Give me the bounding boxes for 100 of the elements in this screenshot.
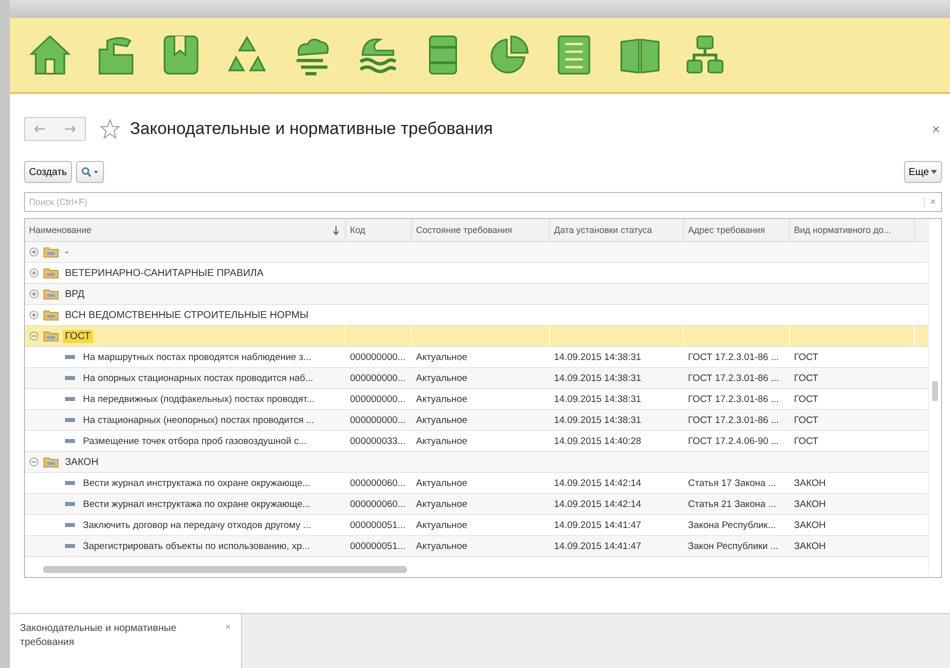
table-cell: Закон Республики ... — [688, 540, 778, 552]
table-cell: ЗАКОН — [794, 520, 826, 530]
column-header[interactable]: Адрес требования — [684, 219, 790, 241]
table-cell: Актуальное — [416, 540, 468, 552]
table-cell: Актуальное — [416, 372, 468, 384]
group-name: ЗАКОН — [64, 456, 100, 468]
table-cell: 14.09.2015 14:38:31 — [554, 372, 642, 384]
group-name: ВЕТЕРИНАРНО-САНИТАРНЫЕ ПРАВИЛА — [64, 266, 265, 280]
column-header[interactable]: Вид нормативного до... — [790, 219, 915, 241]
table-cell: ГОСТ 17.2.3.01-86 ... — [688, 414, 779, 426]
table-cell: ГОСТ — [794, 372, 818, 384]
table-cell: ГОСТ — [794, 394, 818, 404]
table-cell: ЗАКОН — [794, 498, 826, 510]
group-row[interactable]: - — [25, 242, 928, 263]
column-header[interactable]: Код — [346, 219, 412, 241]
table-cell: 14.09.2015 14:41:47 — [554, 540, 642, 552]
table-cell: 000000000... — [350, 352, 406, 362]
star-icon[interactable] — [100, 119, 120, 139]
table-cell: 14.09.2015 14:38:31 — [554, 414, 642, 426]
name-cell: Вести журнал инструктажа по охране окружающе... — [83, 478, 310, 488]
name-cell: На опорных стационарных постах проводится наб... — [83, 372, 314, 384]
table-cell: 14.09.2015 14:38:31 — [554, 352, 642, 362]
table-cell: Актуальное — [416, 414, 468, 426]
item-icon — [65, 544, 75, 548]
group-name: ВСН ВЕДОМСТВЕННЫЕ СТРОИТЕЛЬНЫЕ НОРМЫ — [64, 308, 310, 322]
form-title: Законодательные и нормативные требования — [130, 119, 493, 139]
item-icon — [65, 376, 75, 380]
table-cell: Актуальное — [416, 394, 468, 404]
expand-icon[interactable] — [29, 268, 39, 278]
table-cell: 14.09.2015 14:42:14 — [554, 498, 642, 510]
table-cell: 14.09.2015 14:40:28 — [554, 436, 642, 446]
table-cell: Актуальное — [416, 498, 468, 510]
more-button[interactable]: Еще — [904, 161, 942, 183]
table-cell: 14.09.2015 14:42:14 — [554, 478, 642, 488]
table-cell: 14.09.2015 14:41:47 — [554, 520, 642, 530]
group-row[interactable]: ГОСТ — [25, 326, 928, 347]
back-button[interactable] — [25, 118, 55, 140]
group-name: ВРД — [64, 288, 86, 300]
folder-icon — [43, 309, 59, 321]
item-icon — [65, 397, 75, 401]
column-header[interactable]: Наименование — [25, 219, 346, 241]
group-name: ГОСТ — [63, 330, 93, 342]
folder-icon — [43, 246, 59, 258]
table-cell: Актуальное — [416, 520, 468, 530]
forward-button[interactable] — [55, 118, 85, 140]
expand-icon[interactable] — [29, 310, 39, 320]
table-row[interactable]: На опорных стационарных постах проводится наб... 000000000... Актуальное 14.09.2015 14:38:31 ГОСТ 17.2.3.01-86 ... ГОСТ — [25, 368, 928, 389]
item-icon — [65, 481, 75, 485]
caret-icon — [931, 170, 937, 174]
folder-icon — [43, 456, 59, 468]
column-header[interactable]: Дата установки статуса — [550, 219, 684, 241]
close-button[interactable]: × — [930, 121, 942, 137]
table-cell: 000000033... — [350, 436, 406, 446]
group-name: - — [64, 246, 70, 258]
item-icon — [65, 502, 75, 506]
table-cell: Актуальное — [416, 352, 468, 362]
scrollbar-thumb[interactable] — [932, 381, 938, 401]
scrollbar-thumb[interactable] — [43, 566, 407, 572]
table-cell: ГОСТ 17.2.4.06-90 ... — [688, 436, 779, 446]
folder-icon — [43, 330, 59, 342]
table-row[interactable]: Зарегистрировать объекты по использованию, хр... 000000051... Актуальное 14.09.2015 14:41:47 Закон Республики ... ЗАКОН — [25, 536, 928, 557]
search-icon — [81, 167, 100, 177]
folder-icon — [43, 288, 59, 300]
item-icon — [65, 439, 75, 443]
table-cell: ГОСТ — [794, 414, 818, 426]
name-cell: Размещение точек отбора проб газовоздушной с... — [83, 436, 307, 446]
table-cell: 000000051... — [350, 520, 406, 530]
table-row[interactable]: Вести журнал инструктажа по охране окружающе... 000000060... Актуальное 14.09.2015 14:42:14 Статья 21 Закона ... ЗАКОН — [25, 494, 928, 515]
table-cell: Статья 21 Закона ... — [688, 498, 776, 510]
column-header[interactable]: Состояние требования — [412, 219, 550, 241]
table-cell: 000000000... — [350, 394, 406, 404]
table-cell: 000000000... — [350, 372, 406, 384]
name-cell: Заключить договор на передачу отходов другому ... — [83, 520, 311, 530]
folder-icon — [43, 267, 59, 279]
collapse-icon[interactable] — [29, 457, 39, 467]
right-arrow-icon — [64, 125, 76, 133]
group-row[interactable]: ВРД — [25, 284, 928, 305]
table-cell: 000000060... — [350, 478, 406, 488]
table-cell: 000000060... — [350, 498, 406, 510]
table-cell: ГОСТ — [794, 436, 818, 446]
table-cell: 14.09.2015 14:38:31 — [554, 394, 642, 404]
vertical-scrollbar[interactable] — [928, 219, 941, 577]
create-button[interactable]: Создать — [24, 161, 72, 183]
item-icon — [65, 418, 75, 422]
expand-icon[interactable] — [29, 289, 39, 299]
table-row[interactable]: На стационарных (неопорных) постах проводится ... 000000000... Актуальное 14.09.2015 14:38:31 ГОСТ 17.2.3.01-86 ... ГОСТ — [25, 410, 928, 431]
search-dropdown-button[interactable] — [76, 161, 104, 183]
search-field[interactable]: Поиск (Ctrl+F) × — [24, 192, 942, 212]
name-cell: Вести журнал инструктажа по охране окружающе... — [83, 498, 310, 510]
table-cell: 000000051... — [350, 540, 406, 552]
group-row[interactable]: ЗАКОН — [25, 452, 928, 473]
collapse-icon[interactable] — [29, 331, 39, 341]
table-cell: Актуальное — [416, 436, 468, 446]
item-icon — [65, 523, 75, 527]
clear-search-button[interactable]: × — [924, 196, 941, 208]
expand-icon[interactable] — [29, 247, 39, 257]
table-cell: ГОСТ 17.2.3.01-86 ... — [688, 352, 779, 362]
house-icon[interactable] — [28, 33, 72, 77]
item-icon — [65, 355, 75, 359]
table-cell: Закона Республик... — [688, 520, 776, 530]
